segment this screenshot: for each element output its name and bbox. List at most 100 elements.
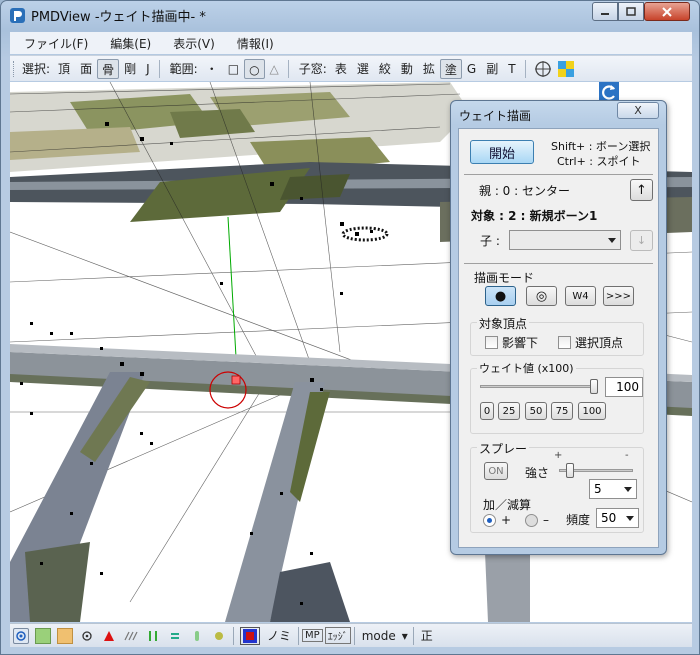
triangle-icon[interactable] — [101, 628, 117, 644]
weight-slider[interactable] — [480, 379, 598, 395]
maximize-icon — [626, 7, 636, 16]
menu-bar: ファイル(F) 編集(E) 表示(V) 情報(I) — [10, 32, 692, 54]
close-icon — [662, 6, 672, 17]
status-separator — [353, 626, 355, 645]
mode-dropdown-arrow[interactable]: ▾ — [400, 629, 410, 643]
strength-dropdown[interactable]: 5 — [589, 479, 637, 499]
menu-edit[interactable]: 編集(E) — [96, 35, 159, 52]
affect-label: 影響下 — [502, 336, 539, 350]
window-paint[interactable]: 塗 — [439, 58, 462, 79]
target-vertex-label: 対象頂点 — [477, 315, 530, 332]
dialog-body: 開始 Shift+ : ボーン選択 Ctrl+ : スポイト 親 : 0 : セ… — [458, 128, 659, 548]
paint-mode-forward[interactable]: >>> — [603, 286, 634, 306]
window-move[interactable]: 動 — [396, 59, 418, 79]
menu-file[interactable]: ファイル(F) — [10, 35, 96, 52]
frequency-dropdown[interactable]: 50 — [596, 508, 639, 528]
window-g[interactable]: G — [462, 59, 481, 79]
maximize-button[interactable] — [618, 2, 644, 21]
window-label: 子窓: — [298, 62, 327, 76]
dialog-close-button[interactable]: X — [617, 102, 659, 119]
light-icon[interactable] — [189, 628, 205, 644]
weight-value-field[interactable]: 100 — [605, 377, 643, 397]
divider — [464, 263, 653, 264]
joint-icon[interactable] — [167, 628, 183, 644]
minimize-button[interactable] — [592, 2, 618, 21]
select-joint[interactable]: J — [141, 59, 155, 79]
orientation-label[interactable]: 正 — [417, 627, 437, 644]
select-bone[interactable]: 骨 — [97, 58, 120, 79]
close-button[interactable] — [644, 2, 690, 21]
weight-value: 100 — [616, 380, 639, 394]
add-radio[interactable] — [483, 514, 496, 527]
edge-toggle[interactable]: ｴｯｼﾞ — [324, 627, 351, 644]
parent-bone-label: 親 : 0 : センター — [479, 184, 570, 198]
bone-display-icon[interactable] — [79, 628, 95, 644]
weight-paint-dialog: ウェイト描画 X 開始 Shift+ : ボーン選択 Ctrl+ : スポイト … — [450, 100, 667, 555]
status-bar: ノミ MP ｴｯｼﾞ mode ▾ 正 — [10, 623, 692, 647]
target-icon[interactable] — [534, 60, 552, 78]
mp-toggle[interactable]: MP — [302, 629, 323, 642]
status-separator — [233, 626, 234, 645]
weight-preset-75[interactable]: 75 — [551, 402, 573, 420]
child-dropdown[interactable] — [509, 230, 621, 250]
window-filter[interactable]: 絞 — [374, 59, 396, 79]
weight-label: ウェイト値 (x100) — [477, 360, 576, 376]
spray-on-button[interactable]: ON — [484, 462, 508, 480]
mode-dropdown[interactable]: mode — [358, 629, 400, 643]
window-sub[interactable]: 副 — [481, 59, 503, 79]
add-subtract-label: 加／減算 — [483, 498, 532, 512]
weight-slider-thumb[interactable] — [590, 379, 598, 394]
strength-label: 強さ — [525, 466, 550, 480]
menu-info[interactable]: 情報(I) — [223, 35, 282, 52]
menu-view[interactable]: 表示(V) — [159, 35, 223, 52]
parent-button[interactable]: ↑ — [630, 179, 653, 201]
main-window: PMDView -ウェイト描画中- * ファイル(F) 編集(E) 表示(V) … — [0, 0, 700, 655]
rotate-view-icon[interactable] — [599, 82, 619, 102]
paint-mode-solid[interactable]: ● — [485, 286, 516, 306]
frequency-label: 頻度 — [566, 513, 591, 527]
face-display-icon[interactable] — [57, 627, 73, 644]
select-rigid[interactable]: 剛 — [119, 59, 141, 79]
paint-mode-w4[interactable]: W4 — [565, 286, 596, 306]
range-rect[interactable]: □ — [223, 59, 244, 79]
app-icon — [10, 8, 25, 23]
paint-mode-ring[interactable]: ◎ — [526, 286, 557, 306]
toolbar-separator — [524, 59, 526, 78]
window-select[interactable]: 選 — [352, 59, 374, 79]
range-point[interactable]: ・ — [201, 59, 223, 79]
subtract-radio[interactable] — [525, 514, 538, 527]
color-grid-icon[interactable] — [557, 60, 574, 77]
texture-icon[interactable] — [211, 628, 227, 644]
toolbar: 選択: 頂 面 骨 剛 J 範囲: ・ □ ○ △ 子窓: 表 選 絞 動 拡 … — [10, 55, 692, 81]
weight-preset-100[interactable]: 100 — [578, 402, 606, 420]
strength-slider-thumb[interactable] — [566, 463, 574, 478]
divider — [464, 174, 653, 175]
selected-vertex-checkbox[interactable] — [558, 336, 571, 349]
target-small-icon[interactable] — [13, 627, 29, 644]
child-button[interactable]: ↓ — [630, 230, 653, 251]
weight-slider-track — [480, 385, 598, 388]
status-separator — [412, 626, 414, 645]
window-t[interactable]: T — [503, 59, 520, 79]
dialog-title: ウェイト描画 — [459, 109, 532, 123]
weight-preset-25[interactable]: 25 — [498, 402, 520, 420]
window-table[interactable]: 表 — [330, 59, 352, 79]
range-circle[interactable]: ○ — [244, 58, 265, 79]
start-button[interactable]: 開始 — [470, 140, 534, 164]
strength-slider[interactable] — [559, 463, 633, 479]
hatch-icon[interactable] — [123, 628, 139, 644]
add-label: + — [501, 513, 512, 527]
range-triangle[interactable]: △ — [265, 59, 284, 79]
physics-icon[interactable] — [145, 628, 161, 644]
vertex-display-icon[interactable] — [35, 627, 51, 644]
color-box-icon[interactable] — [240, 626, 260, 645]
weight-preset-50[interactable]: 50 — [525, 402, 547, 420]
mi-label[interactable]: ノミ — [263, 627, 295, 644]
select-face[interactable]: 面 — [75, 59, 97, 79]
select-label: 選択: — [22, 62, 51, 76]
weight-preset-0[interactable]: 0 — [480, 402, 494, 420]
select-vertex[interactable]: 頂 — [53, 59, 75, 79]
window-scale[interactable]: 拡 — [418, 59, 440, 79]
paint-mode-label: 描画モード — [474, 271, 535, 285]
affect-checkbox[interactable] — [485, 336, 498, 349]
